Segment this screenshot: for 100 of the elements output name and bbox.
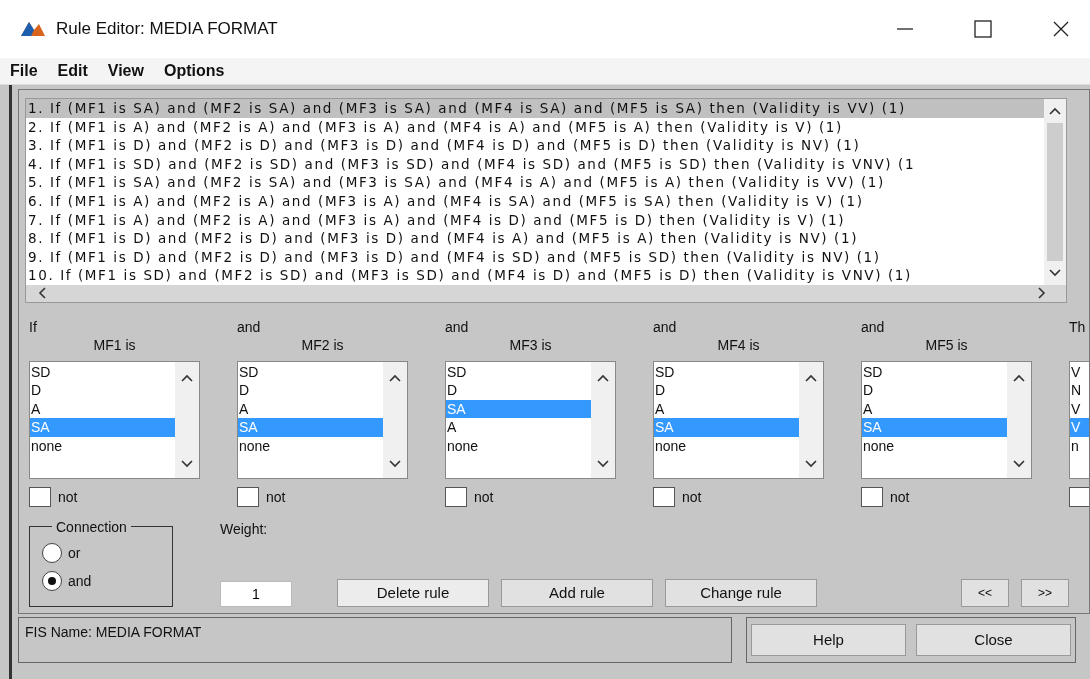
rule-item[interactable]: 7. If (MF1 is A) and (MF2 is A) and (MF3 is A) and (MF4 is D) and (MF5 is D) then (Validity is V) (1) — [26, 210, 1044, 230]
list-option[interactable]: SD — [446, 362, 591, 382]
list-option[interactable]: D — [654, 381, 799, 400]
nav-button[interactable]: << — [961, 578, 1009, 607]
rule-item[interactable]: 8. If (MF1 is D) and (MF2 is D) and (MF3 is D) and (MF4 is A) and (MF5 is A) then (Validity is NV) (1) — [26, 229, 1044, 248]
membership-listbox[interactable]: SD D A SA none — [653, 360, 824, 479]
radio-button[interactable] — [42, 542, 62, 563]
nav-button[interactable]: >> — [1021, 578, 1069, 607]
variable-label: MF1 is — [93, 336, 136, 355]
scroll-up-icon[interactable] — [597, 373, 609, 382]
list-option[interactable]: N — [1070, 381, 1089, 400]
not-checkbox[interactable] — [29, 486, 51, 507]
rule-item[interactable]: 4. If (MF1 is SD) and (MF2 is SD) and (MF3 is SD) and (MF4 is SD) and (MF5 is SD) then (Validity is VNV) (1 — [26, 154, 1044, 174]
rule-item[interactable]: 10. If (MF1 is SD) and (MF2 is SD) and (MF3 is SD) and (MF4 is D) and (MF5 is D) then (Validity is VNV) (1) — [26, 266, 1044, 285]
action-button[interactable]: Change rule — [665, 578, 817, 607]
list-option[interactable]: D — [446, 381, 591, 400]
not-checkbox[interactable] — [653, 486, 675, 507]
rule-item[interactable]: 1. If (MF1 is SA) and (MF2 is SA) and (MF3 is SA) and (MF4 is SA) and (MF5 is SA) then (Validity is VV) (1) — [26, 99, 1044, 118]
connector-label: Th — [1069, 318, 1087, 337]
list-option[interactable]: A — [446, 418, 591, 437]
list-option[interactable]: none — [238, 436, 383, 456]
rule-item[interactable]: 2. If (MF1 is A) and (MF2 is A) and (MF3 is A) and (MF4 is A) and (MF5 is A) then (Validity is V) (1) — [26, 117, 1044, 137]
rule-item[interactable]: 9. If (MF1 is D) and (MF2 is D) and (MF3 is D) and (MF4 is SD) and (MF5 is SD) then (Validity is NV) (1) — [26, 247, 1044, 267]
scroll-down-icon[interactable] — [389, 459, 401, 468]
scroll-right-icon[interactable] — [1038, 287, 1046, 300]
menu-item[interactable]: Options — [163, 62, 225, 80]
dialog-button[interactable]: Close — [916, 623, 1071, 656]
list-option[interactable]: A — [238, 399, 383, 419]
action-button[interactable]: Delete rule — [337, 578, 489, 607]
horizontal-scrollbar[interactable] — [26, 284, 1066, 302]
scroll-up-icon[interactable] — [181, 373, 193, 382]
list-option[interactable]: n — [1070, 436, 1089, 456]
not-label: not — [266, 488, 286, 505]
membership-listbox[interactable]: SD D SA A none — [445, 360, 616, 479]
scroll-down-icon[interactable] — [805, 459, 817, 468]
scroll-up-icon[interactable] — [805, 373, 817, 382]
not-checkbox[interactable] — [237, 486, 259, 507]
not-checkbox[interactable] — [445, 486, 467, 507]
window-title: Rule Editor: MEDIA FORMAT — [56, 19, 278, 39]
connector-label: and — [445, 318, 470, 337]
scroll-down-icon[interactable] — [181, 459, 193, 468]
vertical-scrollbar[interactable] — [1044, 99, 1066, 285]
connector-label: and — [237, 318, 262, 337]
list-option[interactable]: SD — [30, 362, 175, 382]
list-option[interactable]: SD — [654, 362, 799, 382]
membership-listbox[interactable]: SD D A SA none — [237, 360, 408, 479]
connector-label: and — [653, 318, 678, 337]
radio-label: or — [68, 544, 81, 561]
scroll-up-icon[interactable] — [389, 373, 401, 382]
list-option[interactable]: D — [862, 381, 1007, 400]
radio-label: and — [68, 572, 92, 589]
not-label: not — [58, 488, 78, 505]
menu-item[interactable]: View — [107, 62, 144, 80]
output-listbox[interactable]: V N V V n — [1069, 360, 1089, 479]
scroll-up-icon[interactable] — [1013, 373, 1025, 382]
connector-label: and — [861, 318, 886, 337]
not-label: not — [682, 488, 702, 505]
variable-label: MF2 is — [301, 336, 344, 355]
connector-label: If — [29, 318, 38, 337]
membership-listbox[interactable]: SD D A SA none — [29, 360, 200, 479]
scroll-down-icon[interactable] — [597, 459, 609, 468]
list-option[interactable]: SD — [862, 362, 1007, 382]
scroll-left-icon[interactable] — [38, 287, 46, 300]
list-option[interactable]: A — [862, 399, 1007, 419]
not-label: not — [890, 488, 910, 505]
membership-listbox[interactable]: SD D A SA none — [861, 360, 1032, 479]
list-option[interactable]: V — [1070, 362, 1089, 382]
menu-item[interactable]: File — [10, 62, 38, 80]
list-option[interactable]: D — [30, 381, 175, 400]
variable-label: MF5 is — [925, 336, 968, 355]
list-option[interactable]: none — [862, 436, 1007, 456]
not-checkbox[interactable] — [1069, 486, 1089, 507]
variable-label: MF3 is — [509, 336, 552, 355]
rule-item[interactable]: 6. If (MF1 is A) and (MF2 is A) and (MF3 is A) and (MF4 is SA) and (MF5 is SA) then (Validity is V) (1) — [26, 191, 1044, 211]
list-option[interactable]: V — [1070, 399, 1089, 419]
list-option[interactable]: none — [446, 436, 591, 456]
group-title: Connection — [55, 518, 128, 535]
not-label: not — [474, 488, 494, 505]
radio-button[interactable] — [42, 570, 62, 591]
list-option[interactable]: SD — [238, 362, 383, 382]
list-option[interactable]: A — [30, 399, 175, 419]
status-text: FIS Name: MEDIA FORMAT — [25, 623, 202, 640]
maximize-icon[interactable] — [974, 20, 992, 38]
scroll-down-icon[interactable] — [1049, 268, 1061, 277]
weight-field[interactable]: 1 — [220, 580, 292, 607]
action-button[interactable]: Add rule — [501, 578, 653, 607]
scroll-up-icon[interactable] — [1049, 107, 1061, 115]
dialog-button[interactable]: Help — [751, 623, 906, 656]
rule-item[interactable]: 5. If (MF1 is SA) and (MF2 is SA) and (MF3 is SA) and (MF4 is A) and (MF5 is A) then (Validity is VV) (1) — [26, 173, 1044, 192]
weight-label: Weight: — [220, 520, 269, 537]
list-option[interactable]: none — [654, 436, 799, 456]
rule-item[interactable]: 3. If (MF1 is D) and (MF2 is D) and (MF3 is D) and (MF4 is D) and (MF5 is D) then (Validity is NV) (1) — [26, 136, 1044, 155]
close-icon[interactable] — [1052, 20, 1070, 38]
list-option[interactable]: none — [30, 436, 175, 456]
scroll-down-icon[interactable] — [1013, 459, 1025, 468]
variable-label: MF4 is — [717, 336, 760, 355]
list-option[interactable]: A — [654, 399, 799, 419]
menu-item[interactable]: Edit — [57, 62, 88, 80]
not-checkbox[interactable] — [861, 486, 883, 507]
list-option[interactable]: D — [238, 381, 383, 400]
